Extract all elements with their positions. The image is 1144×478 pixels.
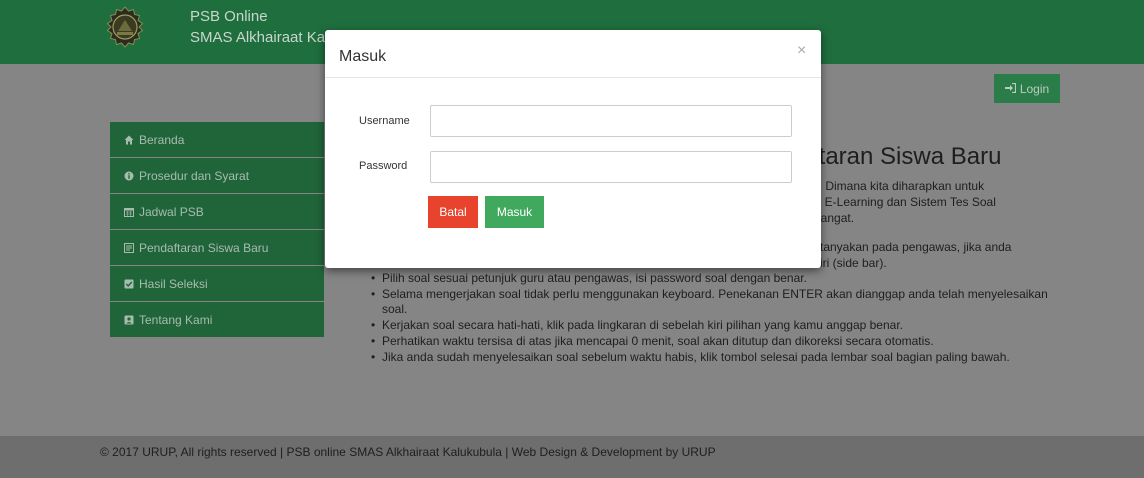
submit-login-button[interactable]: Masuk — [485, 196, 544, 228]
footer-copyright: © 2017 URUP, All rights reserved | PSB o… — [100, 445, 716, 459]
sidebar-item-jadwal[interactable]: Jadwal PSB — [110, 194, 324, 229]
login-button-label: Login — [1019, 81, 1050, 96]
login-button[interactable]: Login — [994, 74, 1060, 103]
username-label: Username — [359, 115, 410, 127]
rules-text-partial: iri (side bar). — [820, 256, 887, 270]
username-input[interactable] — [430, 105, 792, 137]
sidebar-item-pendaftaran[interactable]: Pendaftaran Siswa Baru — [110, 230, 324, 265]
page-heading: ftaran Siswa Baru — [812, 143, 1002, 170]
modal-close-button[interactable]: × — [797, 42, 806, 60]
site-title-line-2: SMAS Alkhairaat Ka — [190, 29, 326, 46]
sidebar-item-label: Beranda — [139, 132, 185, 147]
rules-text-partial: tanyakan pada pengawas, jika anda — [820, 240, 1012, 254]
school-emblem-icon — [106, 6, 144, 48]
sidebar-item-hasil-seleksi[interactable]: Hasil Seleksi — [110, 266, 324, 301]
calendar-icon — [124, 207, 134, 217]
sidebar-item-label: Pendaftaran Siswa Baru — [139, 240, 269, 255]
home-icon — [124, 135, 134, 145]
site-title-line-1: PSB Online — [190, 8, 268, 25]
cancel-button[interactable]: Batal — [428, 196, 478, 228]
sidebar-item-prosedur[interactable]: Prosedur dan Syarat — [110, 158, 324, 193]
user-card-icon — [124, 315, 134, 325]
check-square-icon — [124, 279, 134, 289]
info-circle-icon — [124, 171, 134, 181]
sidebar-item-tentang-kami[interactable]: Tentang Kami — [110, 302, 324, 337]
sidebar-item-label: Hasil Seleksi — [139, 276, 208, 291]
modal-divider — [325, 77, 821, 78]
intro-text-line: ui E-Learning dan Sistem Tes Soal — [812, 195, 996, 209]
list-item: Kerjakan soal secara hati-hati, klik pad… — [368, 318, 1048, 333]
form-icon — [124, 242, 134, 253]
sidebar-nav: Beranda Prosedur dan Syarat Jadwal PSB P… — [110, 122, 324, 338]
school-logo — [104, 6, 146, 48]
exam-rules-list: Pilih soal sesuai petunjuk guru atau pen… — [368, 271, 1048, 366]
sidebar-item-label: Tentang Kami — [139, 312, 213, 327]
list-item: Selama mengerjakan soal tidak perlu meng… — [368, 287, 1048, 317]
sidebar-item-label: Prosedur dan Syarat — [139, 168, 250, 183]
sign-in-icon — [1004, 82, 1016, 96]
modal-title: Masuk — [339, 48, 387, 65]
sidebar-item-beranda[interactable]: Beranda — [110, 122, 324, 157]
password-label: Password — [359, 160, 408, 172]
login-modal: Masuk × Username Password Batal Masuk — [325, 30, 821, 268]
sidebar-item-label: Jadwal PSB — [139, 204, 204, 219]
list-item: Perhatikan waktu tersisa di atas jika me… — [368, 334, 1048, 349]
password-input[interactable] — [430, 151, 792, 183]
intro-text-line: g. Dimana kita diharapkan untuk — [812, 179, 985, 193]
list-item: Jika anda sudah menyelesaikan soal sebel… — [368, 350, 1048, 365]
site-title: PSB Online SMAS Alkhairaat Ka — [190, 6, 325, 48]
list-item: Pilih soal sesuai petunjuk guru atau pen… — [368, 271, 1048, 286]
